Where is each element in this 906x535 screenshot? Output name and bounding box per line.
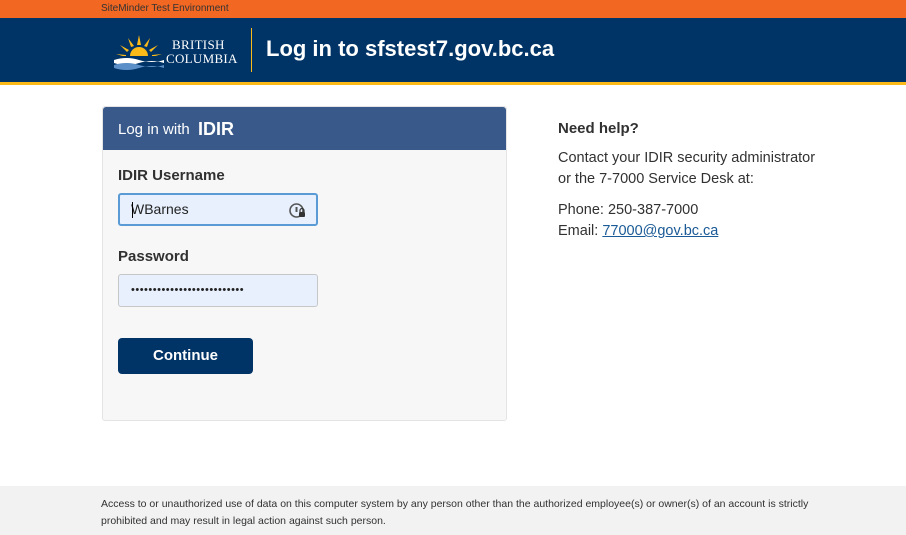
login-panel-header: Log in with IDIR: [103, 107, 506, 150]
login-heading-prefix: Log in with: [118, 121, 190, 138]
page-title: Log in to sfstest7.gov.bc.ca: [266, 36, 555, 61]
help-phone: Phone: 250-387-7000: [558, 202, 699, 218]
logo-text: BRITISH COLUMBIA: [166, 38, 238, 66]
help-email-prefix: Email:: [558, 223, 603, 239]
password-manager-icon[interactable]: [289, 202, 306, 219]
footer-notice: Access to or unauthorized use of data on…: [101, 498, 809, 527]
help-title: Need help?: [558, 120, 639, 137]
help-email-link[interactable]: 77000@gov.bc.ca: [602, 223, 718, 239]
logo-line1: BRITISH: [172, 37, 225, 52]
username-input[interactable]: WBarnes: [118, 193, 318, 226]
password-value: ••••••••••••••••••••••••••: [131, 284, 245, 296]
username-value: WBarnes: [131, 201, 189, 217]
environment-banner-text: SiteMinder Test Environment: [101, 3, 229, 14]
username-label: IDIR Username: [118, 167, 225, 184]
password-input[interactable]: ••••••••••••••••••••••••••: [118, 274, 318, 307]
header-accent-line: [0, 82, 906, 85]
continue-button[interactable]: Continue: [118, 338, 253, 374]
password-label: Password: [118, 248, 189, 265]
logo-line2: COLUMBIA: [166, 51, 238, 66]
bc-logo[interactable]: BRITISH COLUMBIA: [112, 32, 244, 72]
help-line1: Contact your IDIR security administrator: [558, 150, 816, 166]
header-divider: [251, 28, 252, 72]
login-heading-emphasis: IDIR: [198, 119, 234, 139]
bc-sun-logo-icon: [112, 35, 166, 72]
environment-banner: SiteMinder Test Environment: [0, 0, 906, 18]
help-email-row: Email: 77000@gov.bc.ca: [558, 222, 718, 240]
page-footer: Access to or unauthorized use of data on…: [0, 486, 906, 535]
page-header: BRITISH COLUMBIA Log in to sfstest7.gov.…: [0, 18, 906, 82]
text-caret: [132, 202, 133, 218]
help-line2: or the 7-7000 Service Desk at:: [558, 171, 754, 187]
